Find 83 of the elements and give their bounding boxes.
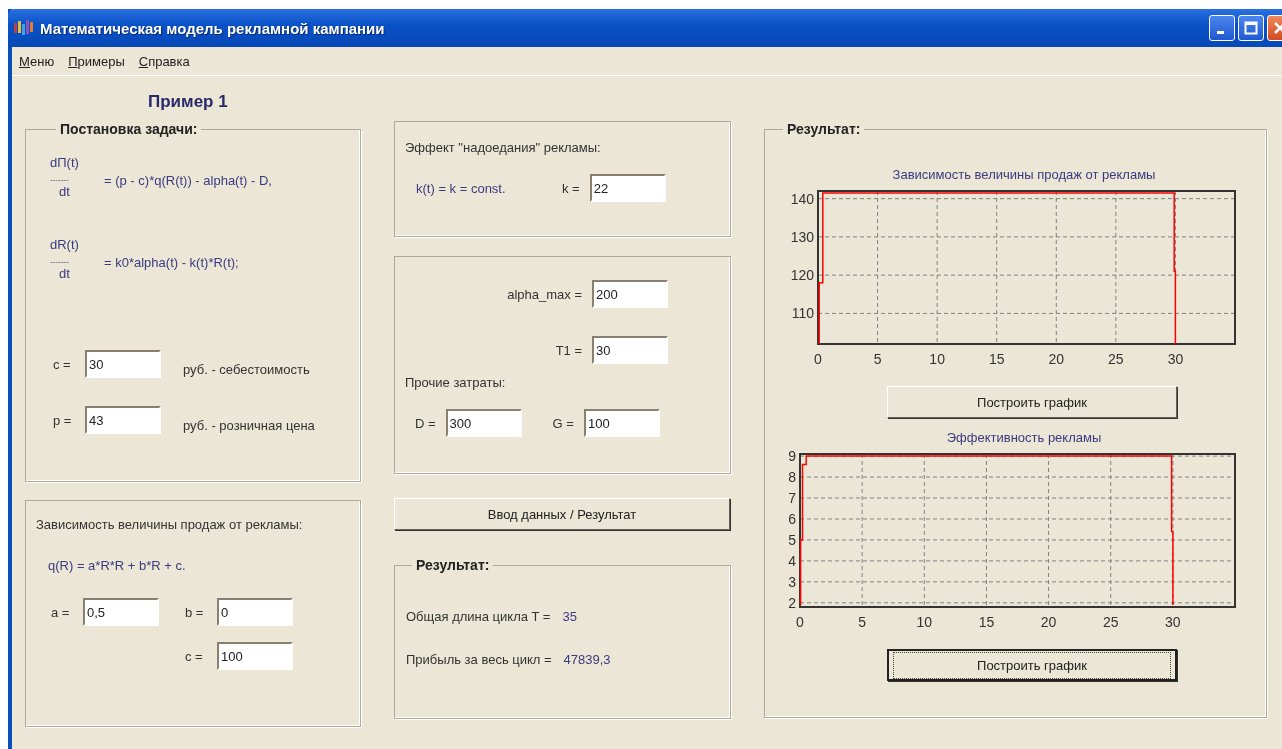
input-field[interactable]: 30 <box>592 336 668 364</box>
tick-label: 5 <box>858 614 867 630</box>
app-icon <box>14 20 34 36</box>
tick-label: 5 <box>788 531 796 548</box>
field-label: T1 = <box>555 342 582 358</box>
equation-text: = (p - c)*q(R(t)) - alpha(t) - D, <box>104 172 272 188</box>
tick-label: 120 <box>790 267 814 284</box>
tick-label: 6 <box>788 510 796 527</box>
input-field[interactable]: 100 <box>583 409 660 437</box>
input-field[interactable]: 0 <box>217 598 293 626</box>
input-field[interactable]: 22 <box>589 174 666 202</box>
tick-label: 15 <box>988 351 1005 367</box>
formula-text: q(R) = a*R*R + b*R + c. <box>48 558 187 573</box>
tick-label: 20 <box>1040 614 1057 630</box>
plot-button[interactable]: Построить график <box>887 649 1177 681</box>
tick-label: 25 <box>1102 614 1119 630</box>
menu-item[interactable]: Примеры <box>68 53 125 69</box>
panel-caption: Эффект "надоедания" рекламы: <box>405 140 602 155</box>
input-field[interactable]: 200 <box>592 280 668 308</box>
tick-label: 4 <box>788 552 796 569</box>
field-label: c = <box>185 648 204 664</box>
field-label: c = <box>53 356 72 372</box>
result-label: Прибыль за весь цикл = <box>406 652 552 667</box>
field-label: b = <box>185 604 205 620</box>
panel-caption: Зависимость величины продаж от рекламы: <box>36 517 304 532</box>
chart-title: Эффективность рекламы <box>946 430 1102 445</box>
window-title: Математическая модель рекламной кампании <box>40 19 385 37</box>
derivative-numerator: dП(t) <box>50 155 80 170</box>
minimize-icon <box>1216 30 1224 34</box>
tick-label: 9 <box>788 448 796 465</box>
chart-title: Зависимость величины продаж от рекламы <box>892 167 1156 182</box>
input-field[interactable]: 100 <box>217 642 293 670</box>
panel-title: Результат: <box>415 557 491 573</box>
field-label: p = <box>53 412 73 428</box>
section-label: Прочие затраты: <box>405 375 507 390</box>
field-note: руб. - розничная цена <box>183 417 315 433</box>
tick-label: 30 <box>1167 351 1184 367</box>
maximize-button[interactable] <box>1238 15 1264 41</box>
result-value: 47839,3 <box>563 652 611 667</box>
plot-button[interactable]: Построить график <box>887 386 1177 418</box>
tick-label: 20 <box>1048 351 1065 367</box>
derivative-numerator: dR(t) <box>50 237 80 252</box>
minimize-button[interactable] <box>1209 15 1235 41</box>
field-note: руб. - себестоимость <box>183 361 310 377</box>
result-label: Общая длина цикла T = <box>406 609 551 624</box>
tick-label: 15 <box>978 614 995 630</box>
tick-label: 2 <box>788 594 796 611</box>
tick-label: 25 <box>1108 351 1124 367</box>
fraction-line: ------- <box>50 176 70 184</box>
menu-item[interactable]: Справка <box>138 53 190 69</box>
tick-label: 8 <box>788 469 796 486</box>
tick-label: 140 <box>790 190 814 207</box>
tick-label: 3 <box>788 573 796 590</box>
tick-label: 7 <box>788 490 796 506</box>
field-label: G = <box>552 415 574 431</box>
field-label: alpha_max = <box>507 286 582 302</box>
field-label: k = <box>562 180 580 196</box>
result-value: 35 <box>562 609 577 624</box>
maximize-icon <box>1244 21 1258 35</box>
input-field[interactable]: 43 <box>85 406 161 434</box>
tick-label: 5 <box>873 351 882 367</box>
field-label: a = <box>51 604 71 620</box>
tick-label: 110 <box>791 305 814 322</box>
field-label: D = <box>415 415 436 431</box>
input-field[interactable]: 0,5 <box>83 598 159 626</box>
tick-label: 10 <box>929 351 945 367</box>
equation-text: = k0*alpha(t) - k(t)*R(t); <box>104 254 239 270</box>
menu-item[interactable]: Меню <box>19 53 55 69</box>
submit-button[interactable]: Ввод данных / Результат <box>394 498 730 530</box>
panel-title: Результат: <box>786 121 862 137</box>
formula-text: k(t) = k = const. <box>416 180 507 196</box>
fraction-line: ------- <box>50 258 70 266</box>
tick-label: 130 <box>790 228 814 245</box>
input-field[interactable]: 300 <box>445 409 522 437</box>
derivative-denominator: dt <box>59 184 71 199</box>
tick-label: 10 <box>916 614 933 630</box>
panel-title: Постановка задачи: <box>59 121 199 137</box>
input-field[interactable]: 30 <box>85 350 161 378</box>
tick-label: 0 <box>796 614 804 630</box>
tick-label: 0 <box>814 351 822 367</box>
tick-label: 30 <box>1165 614 1181 630</box>
example-heading: Пример 1 <box>148 92 229 113</box>
derivative-denominator: dt <box>59 266 71 281</box>
